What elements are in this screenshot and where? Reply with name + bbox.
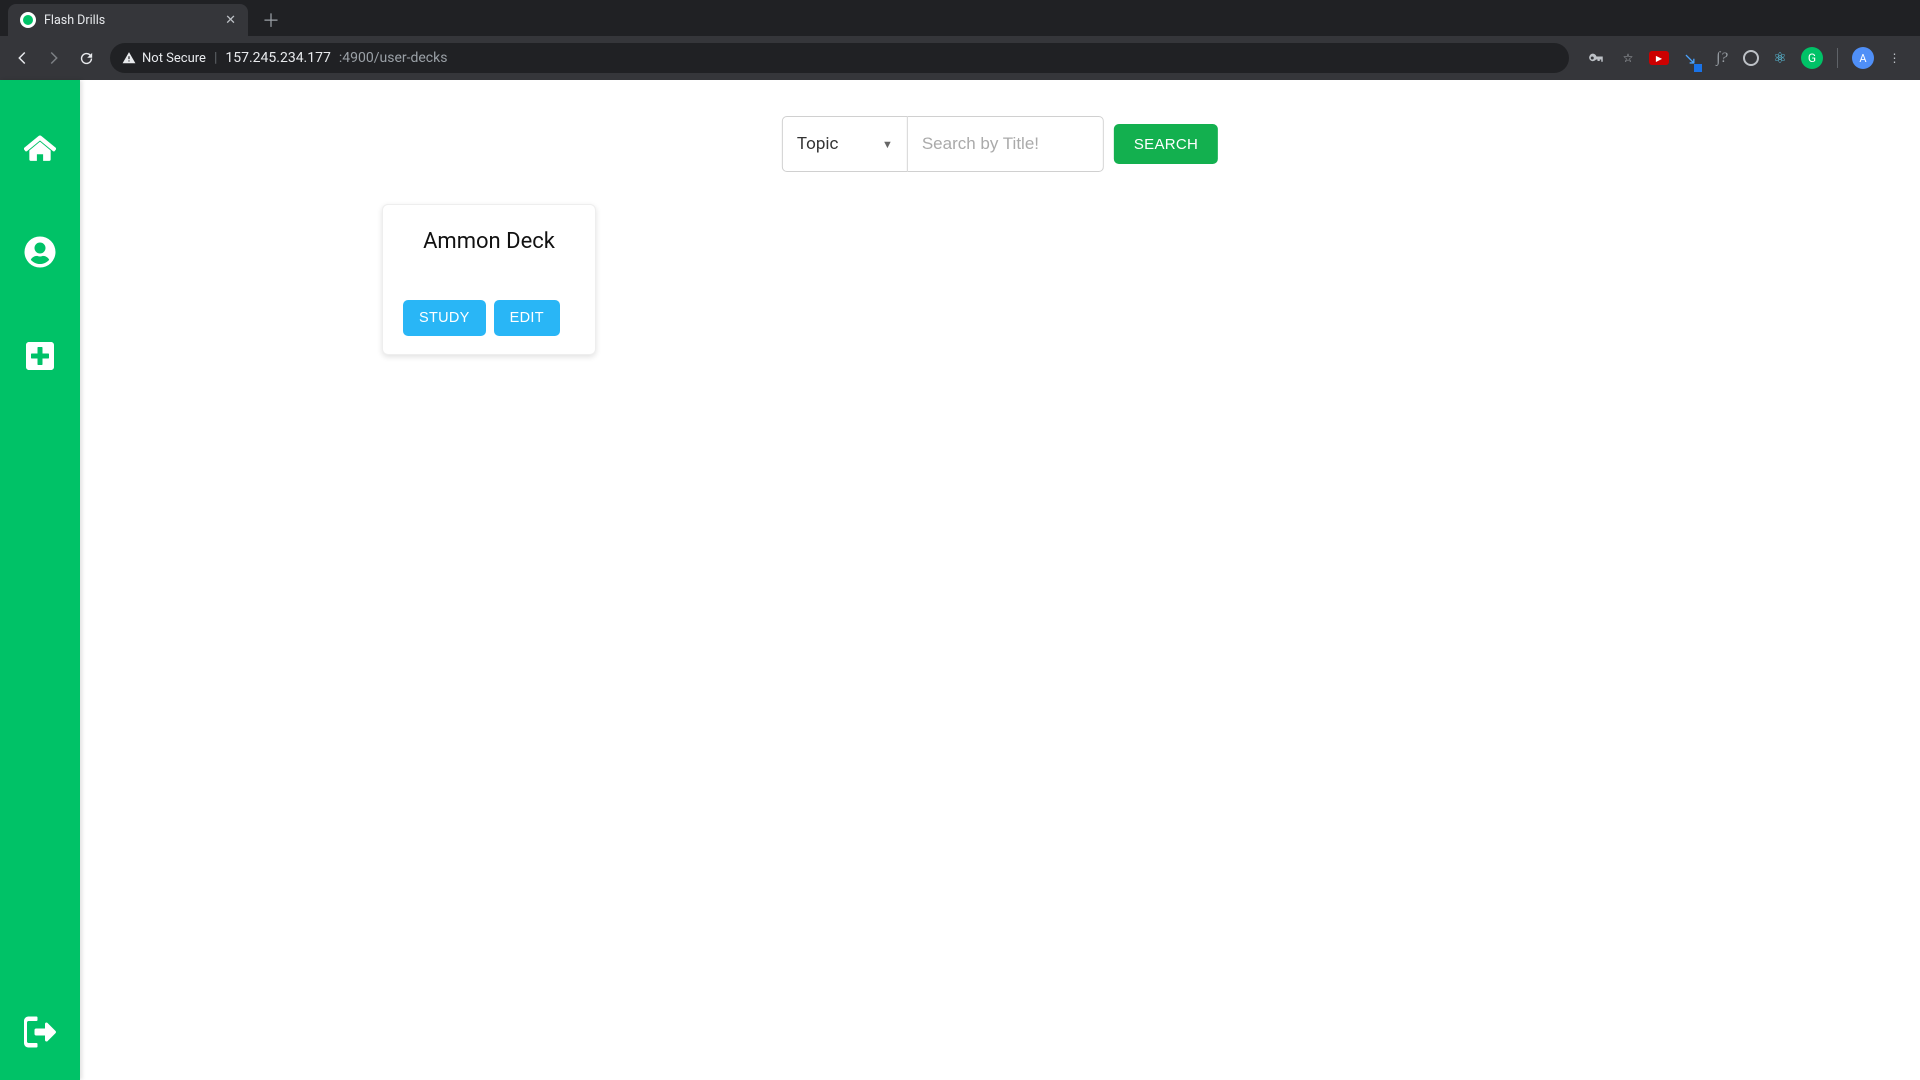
address-bar[interactable]: Not Secure | 157.245.234.177:4900/user-d…	[110, 43, 1569, 73]
extension-circle-icon[interactable]	[1743, 50, 1759, 66]
forward-button	[40, 44, 68, 72]
user-circle-icon	[24, 236, 56, 268]
extension-react-icon[interactable]: ⚛	[1769, 47, 1791, 69]
new-tab-button[interactable]: ＋	[248, 4, 294, 36]
reload-button[interactable]	[72, 44, 100, 72]
sidebar-logout-button[interactable]	[24, 1016, 56, 1048]
deck-card: Ammon Deck STUDY EDIT	[382, 204, 596, 355]
sign-out-icon	[24, 1016, 56, 1048]
search-input[interactable]	[908, 116, 1104, 172]
tab-title: Flash Drills	[44, 13, 217, 28]
key-icon[interactable]	[1585, 47, 1607, 69]
page-viewport: Topic ▼ SEARCH Ammon Deck STUDY EDIT	[0, 80, 1920, 1080]
extension-devtools-icon[interactable]: ↘	[1679, 47, 1701, 69]
sidebar-profile-button[interactable]	[24, 236, 56, 268]
url-host: 157.245.234.177	[225, 50, 331, 66]
bookmark-star-icon[interactable]: ☆	[1617, 47, 1639, 69]
study-button[interactable]: STUDY	[403, 300, 486, 336]
search-category-select[interactable]: Topic ▼	[782, 116, 908, 172]
favicon-icon	[20, 12, 36, 28]
extension-red-icon[interactable]: ▶	[1649, 51, 1669, 65]
browser-tab-active[interactable]: Flash Drills ✕	[8, 4, 248, 36]
extension-green-icon[interactable]: G	[1801, 47, 1823, 69]
sidebar-add-button[interactable]	[24, 340, 56, 372]
main-content: Topic ▼ SEARCH Ammon Deck STUDY EDIT	[80, 80, 1920, 1080]
sidebar-home-button[interactable]	[24, 132, 56, 164]
warning-icon	[122, 51, 136, 65]
chevron-down-icon: ▼	[882, 138, 893, 151]
url-path: :4900/user-decks	[339, 50, 448, 66]
edit-button[interactable]: EDIT	[494, 300, 560, 336]
search-category-value: Topic	[797, 134, 839, 154]
not-secure-badge: Not Secure	[122, 51, 206, 66]
search-button[interactable]: SEARCH	[1114, 124, 1218, 164]
app-sidebar	[0, 80, 80, 1080]
profile-avatar[interactable]: A	[1852, 47, 1874, 69]
back-button[interactable]	[8, 44, 36, 72]
browser-menu-icon[interactable]: ⋮	[1884, 47, 1906, 69]
tab-close-icon[interactable]: ✕	[225, 13, 236, 28]
extensions-row: ☆ ▶ ↘ ∫? ⚛ G A ⋮	[1579, 47, 1912, 69]
browser-toolbar: Not Secure | 157.245.234.177:4900/user-d…	[0, 36, 1920, 80]
search-bar: Topic ▼ SEARCH	[782, 116, 1218, 172]
extension-integral-icon[interactable]: ∫?	[1711, 47, 1733, 69]
browser-tabstrip: Flash Drills ✕ ＋	[0, 0, 1920, 36]
home-icon	[24, 132, 56, 164]
not-secure-label: Not Secure	[142, 51, 206, 66]
plus-square-icon	[24, 340, 56, 372]
deck-title: Ammon Deck	[403, 229, 575, 254]
